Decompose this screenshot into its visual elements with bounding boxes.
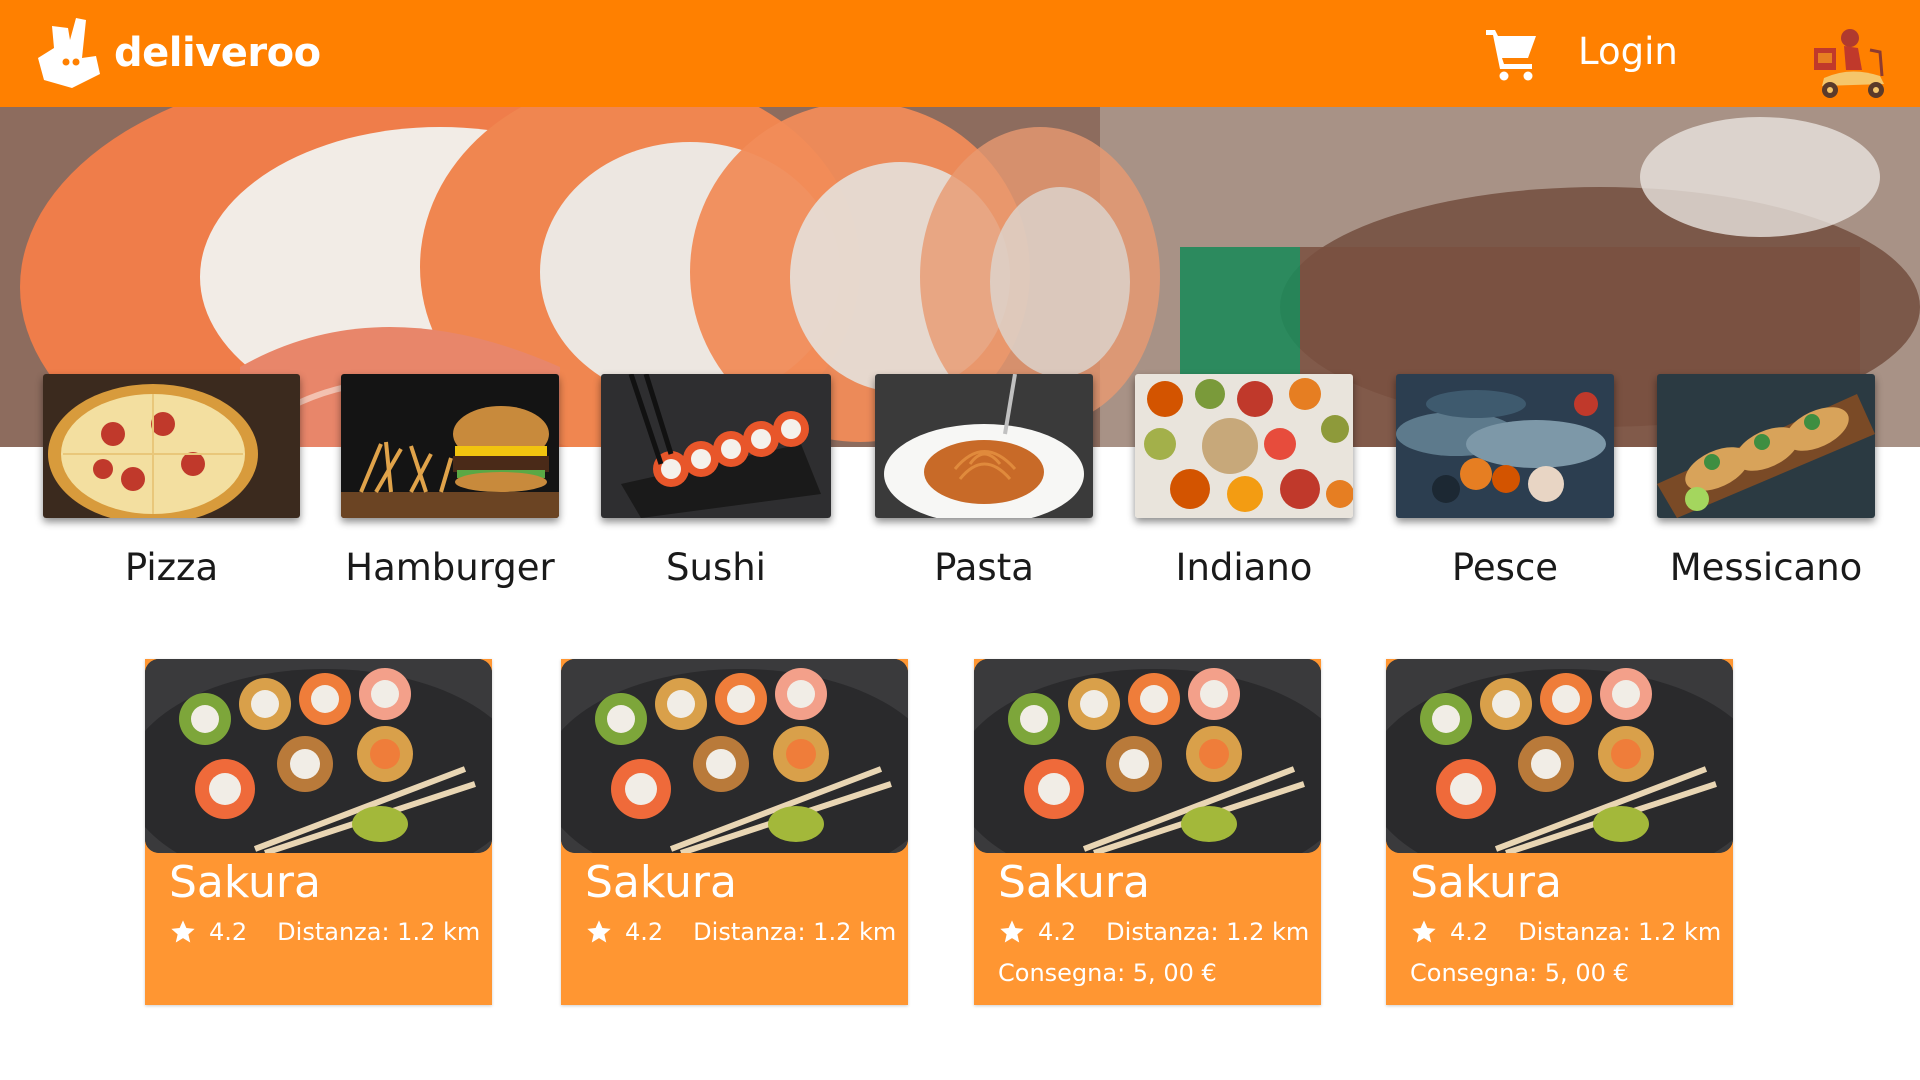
category-label[interactable]: Hamburger	[341, 546, 559, 589]
distance-text: Distanza: 1.2 km	[1106, 918, 1310, 946]
pasta-image[interactable]	[875, 374, 1093, 518]
category-pasta[interactable]: Pasta	[875, 374, 1093, 589]
star-icon	[171, 920, 195, 943]
restaurant-card[interactable]: Sakura 4.2 Distanza: 1.2 km	[145, 659, 492, 1005]
restaurant-card[interactable]: Sakura 4.2 Distanza: 1.2 km Consegna: 5,…	[974, 659, 1321, 1005]
category-pesce[interactable]: Pesce	[1396, 374, 1614, 589]
rating-value: 4.2	[1450, 918, 1489, 946]
star-icon	[587, 920, 611, 943]
category-indiano[interactable]: Indiano	[1135, 374, 1353, 589]
restaurant-name: Sakura	[585, 857, 737, 908]
scooter-rider-icon[interactable]	[1810, 26, 1894, 100]
restaurant-image[interactable]	[974, 659, 1321, 853]
category-sushi[interactable]: Sushi	[601, 374, 831, 589]
fish-image[interactable]	[1396, 374, 1614, 518]
category-label[interactable]: Indiano	[1135, 546, 1353, 589]
sushi-image[interactable]	[601, 374, 831, 518]
category-pizza[interactable]: Pizza	[43, 374, 300, 589]
rating-value: 4.2	[625, 918, 664, 946]
restaurant-card[interactable]: Sakura 4.2 Distanza: 1.2 km Consegna: 5,…	[1386, 659, 1733, 1005]
category-label[interactable]: Pasta	[875, 546, 1093, 589]
star-icon	[1412, 920, 1436, 943]
restaurant-name: Sakura	[169, 857, 321, 908]
star-icon	[1000, 920, 1024, 943]
restaurant-meta: 4.2 Distanza: 1.2 km	[998, 918, 1309, 946]
restaurant-image[interactable]	[145, 659, 492, 853]
category-label[interactable]: Messicano	[1657, 546, 1875, 589]
restaurant-name: Sakura	[998, 857, 1150, 908]
kangaroo-logo-icon	[38, 18, 100, 88]
restaurant-name: Sakura	[1410, 857, 1562, 908]
brand-name: deliveroo	[114, 30, 321, 76]
category-messicano[interactable]: Messicano	[1657, 374, 1875, 589]
restaurant-card[interactable]: Sakura 4.2 Distanza: 1.2 km	[561, 659, 908, 1005]
cart-icon[interactable]	[1484, 26, 1540, 82]
restaurant-image[interactable]	[561, 659, 908, 853]
distance-text: Distanza: 1.2 km	[693, 918, 897, 946]
rating-value: 4.2	[209, 918, 248, 946]
restaurant-meta: 4.2 Distanza: 1.2 km	[169, 918, 480, 946]
indian-food-image[interactable]	[1135, 374, 1353, 518]
distance-text: Distanza: 1.2 km	[1518, 918, 1722, 946]
category-hamburger[interactable]: Hamburger	[341, 374, 559, 589]
category-label[interactable]: Pizza	[43, 546, 300, 589]
restaurant-meta: 4.2 Distanza: 1.2 km	[585, 918, 896, 946]
deliveroo-logo[interactable]: deliveroo	[38, 18, 321, 88]
delivery-fee: Consegna: 5, 00 €	[998, 959, 1217, 987]
hamburger-image[interactable]	[341, 374, 559, 518]
category-label[interactable]: Sushi	[601, 546, 831, 589]
pizza-image[interactable]	[43, 374, 300, 518]
category-label[interactable]: Pesce	[1396, 546, 1614, 589]
restaurant-meta: 4.2 Distanza: 1.2 km	[1410, 918, 1721, 946]
restaurant-image[interactable]	[1386, 659, 1733, 853]
login-link[interactable]: Login	[1578, 30, 1678, 73]
rating-value: 4.2	[1038, 918, 1077, 946]
tacos-image[interactable]	[1657, 374, 1875, 518]
delivery-fee: Consegna: 5, 00 €	[1410, 959, 1629, 987]
distance-text: Distanza: 1.2 km	[277, 918, 481, 946]
top-bar: deliveroo Login	[0, 0, 1920, 107]
